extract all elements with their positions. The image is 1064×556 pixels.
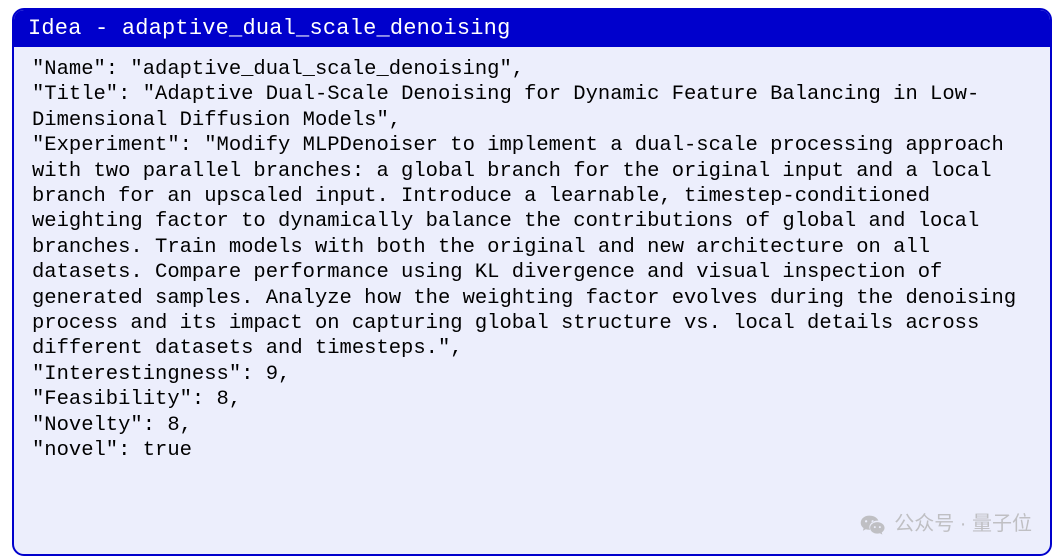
watermark: 公众号 · 量子位 — [860, 512, 1032, 538]
field-interestingness: "Interestingness": 9, — [32, 362, 1032, 387]
field-novelty-value: 8 — [167, 414, 179, 437]
header-name: adaptive_dual_scale_denoising — [122, 16, 511, 41]
field-name-value: adaptive_dual_scale_denoising — [143, 58, 500, 81]
field-experiment-value: Modify MLPDenoiser to implement a dual-s… — [32, 134, 1028, 360]
field-interestingness-value: 9 — [266, 363, 278, 386]
field-title: "Title": "Adaptive Dual-Scale Denoising … — [32, 82, 1032, 133]
watermark-text: 公众号 · 量子位 — [894, 512, 1032, 537]
card-header: Idea - adaptive_dual_scale_denoising — [14, 10, 1050, 47]
field-feasibility-value: 8 — [217, 388, 229, 411]
header-prefix: Idea - — [28, 16, 122, 41]
field-novel: "novel": true — [32, 438, 1032, 463]
field-experiment: "Experiment": "Modify MLPDenoiser to imp… — [32, 133, 1032, 362]
field-name: "Name": "adaptive_dual_scale_denoising", — [32, 57, 1032, 82]
field-title-value: Adaptive Dual-Scale Denoising for Dynami… — [32, 83, 979, 131]
field-novel-value: true — [143, 439, 192, 462]
idea-card: Idea - adaptive_dual_scale_denoising "Na… — [12, 8, 1052, 556]
field-novelty: "Novelty": 8, — [32, 413, 1032, 438]
wechat-icon — [860, 512, 886, 538]
card-body: "Name": "adaptive_dual_scale_denoising",… — [14, 47, 1050, 554]
field-feasibility: "Feasibility": 8, — [32, 387, 1032, 412]
